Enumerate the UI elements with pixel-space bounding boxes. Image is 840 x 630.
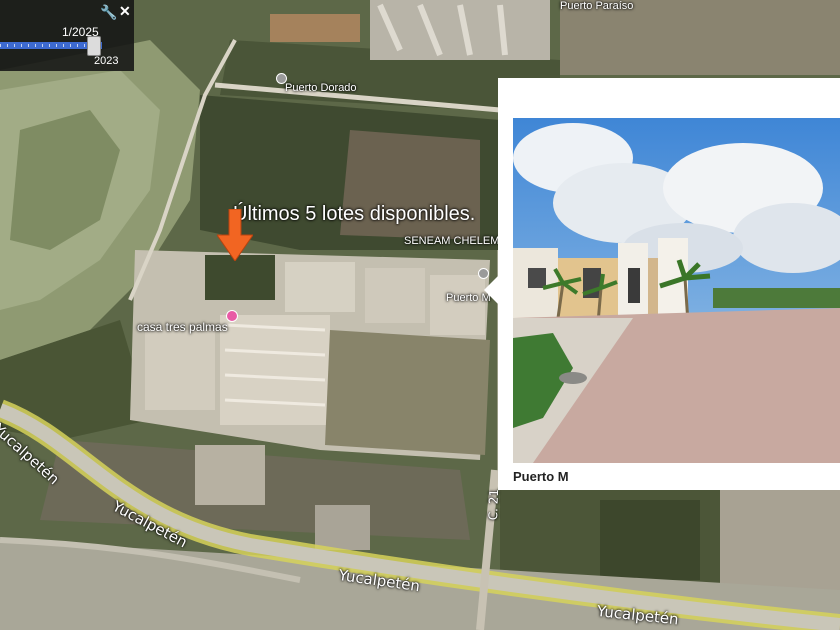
popup-pointer [484,276,498,304]
place-info-popup[interactable]: Puerto M [484,78,840,490]
time-slider-panel: 🔧 ✕ 1/2025 2023 [0,0,134,71]
wrench-icon[interactable]: 🔧 [100,4,117,21]
down-arrow-icon [217,209,253,261]
headline-label: Últimos 5 lotes disponibles. [233,203,476,225]
road-label-c21: C. 21 [486,488,502,521]
time-slider-thumb[interactable] [87,36,101,56]
place-label-puerto-dorado[interactable]: Puerto Dorado [285,82,357,94]
slider-year-label: 2023 [94,55,119,67]
place-label-puerto-paraiso[interactable]: Puerto Paraíso [560,0,633,12]
place-label-casa-tres-palmas[interactable]: casa tres palmas [137,320,228,334]
close-icon[interactable]: ✕ [119,3,131,20]
street-photo[interactable] [513,118,840,463]
place-label-seneam[interactable]: SENEAM CHELEM [404,235,499,247]
popup-caption: Puerto M [513,469,569,484]
